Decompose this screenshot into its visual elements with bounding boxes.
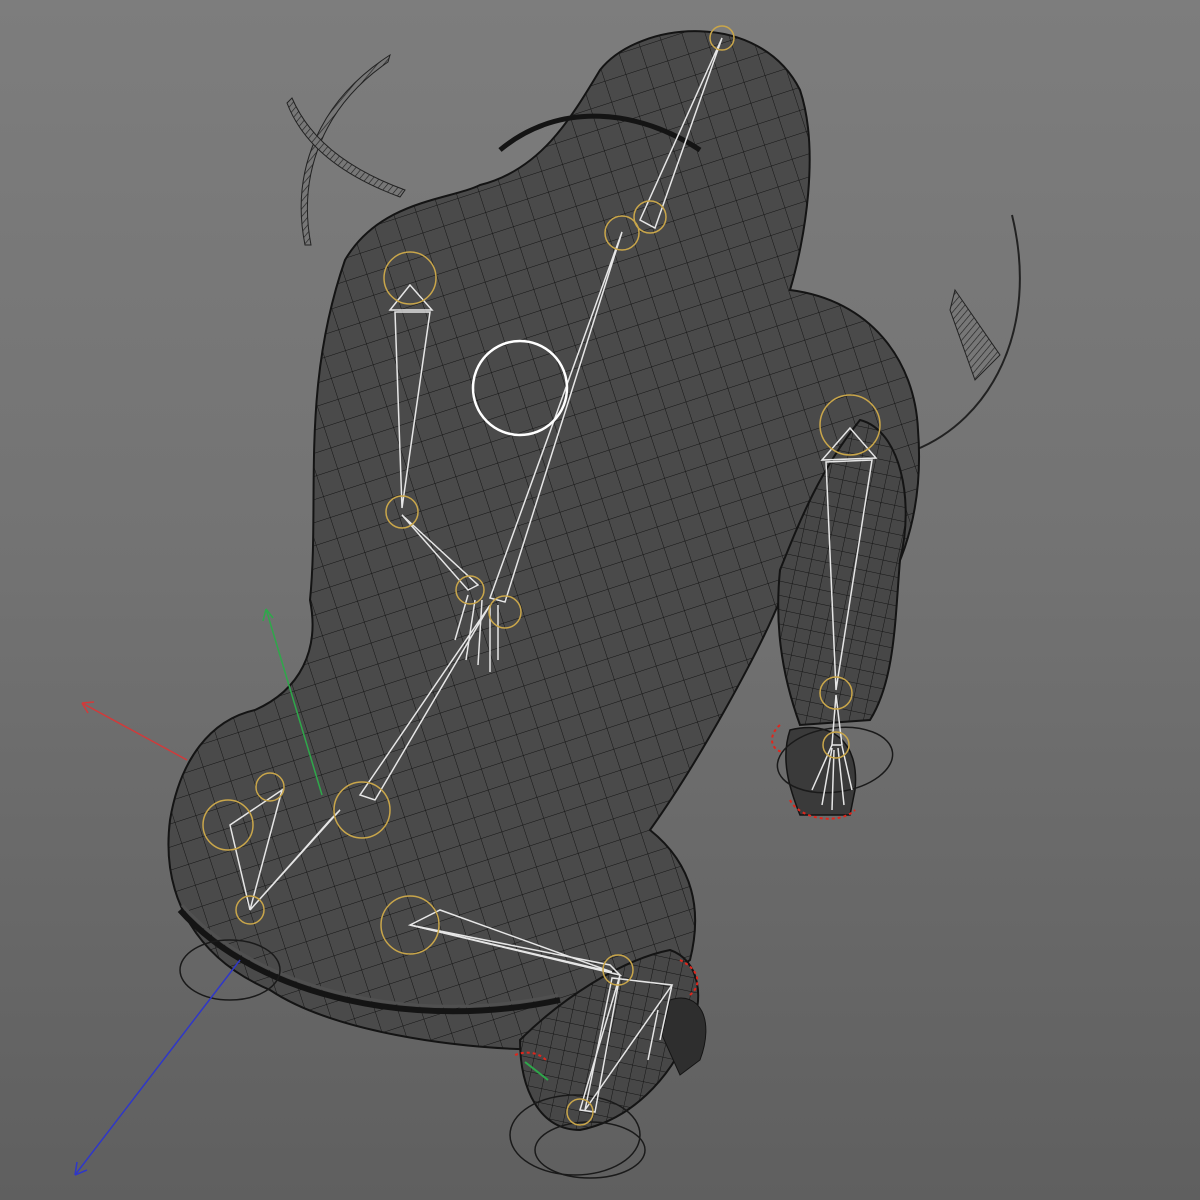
wrist-ik-marker-2 <box>771 724 784 753</box>
scene-canvas[interactable] <box>0 0 1200 1200</box>
head-controller-ribbon <box>300 53 391 246</box>
x-axis-line <box>81 702 188 761</box>
z-axis-line <box>74 959 241 1176</box>
character-mesh[interactable] <box>167 30 920 1132</box>
ankle-ring-2 <box>534 1121 646 1179</box>
shoulder-controller-ribbon <box>949 288 1001 381</box>
3d-viewport[interactable] <box>0 0 1200 1200</box>
